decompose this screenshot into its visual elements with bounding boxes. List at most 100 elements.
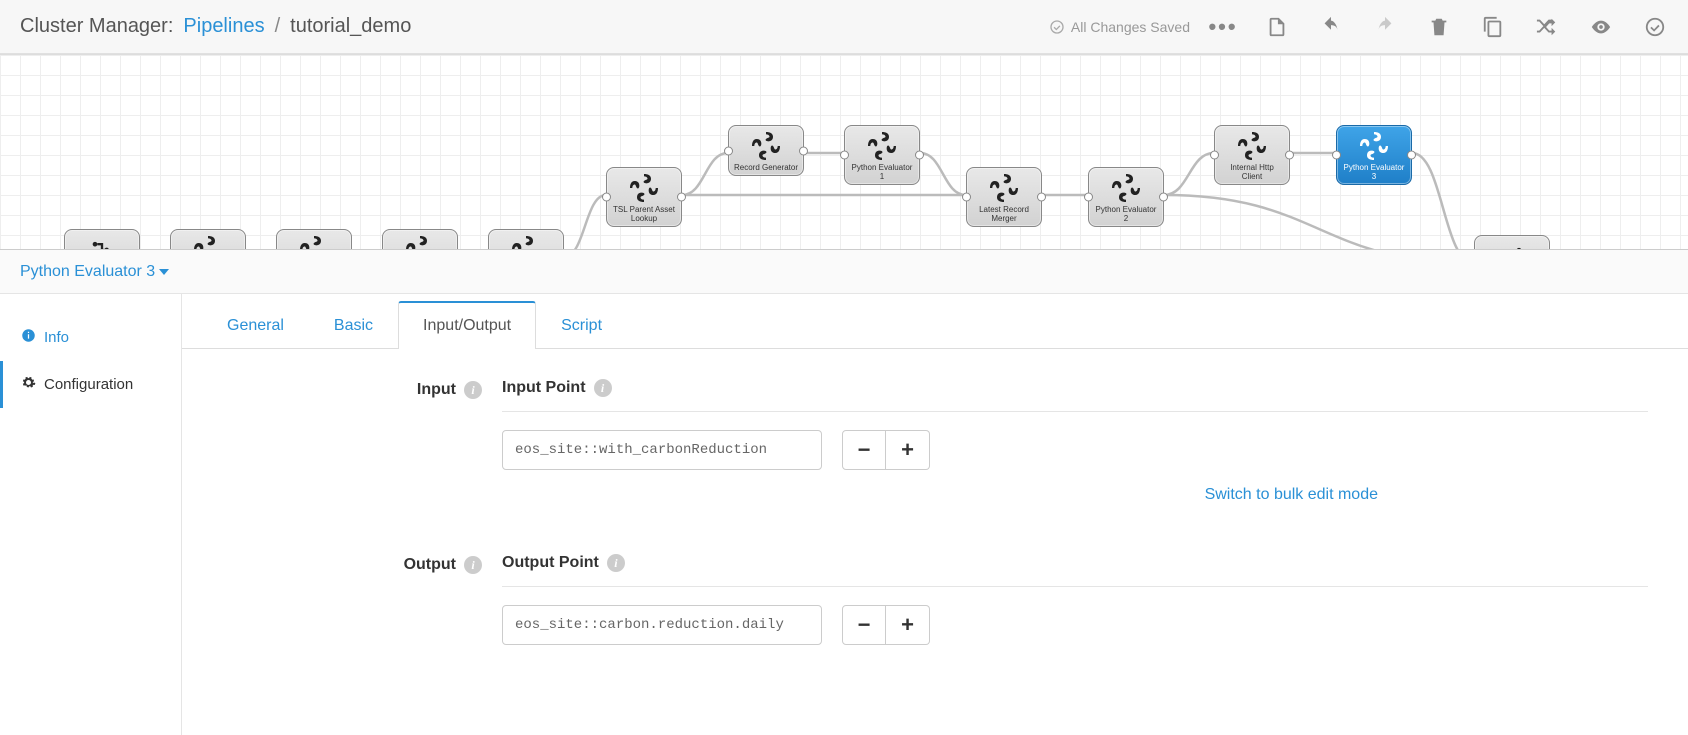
pipeline-node[interactable]: Python Evaluator 1 xyxy=(844,125,920,185)
node-icon xyxy=(1237,131,1267,161)
check-circle-icon xyxy=(1049,19,1065,35)
tab-input-output[interactable]: Input/Output xyxy=(398,301,536,349)
more-button[interactable]: ••• xyxy=(1210,14,1236,40)
pipeline-node[interactable]: Internal Http Client xyxy=(1214,125,1290,185)
info-icon[interactable]: i xyxy=(464,556,482,574)
input-point-field[interactable] xyxy=(502,430,822,470)
bulk-edit-link[interactable]: Switch to bulk edit mode xyxy=(1205,486,1378,503)
output-port[interactable] xyxy=(799,146,808,155)
form-area: Input i Input Point i − + xyxy=(182,349,1688,645)
node-icon xyxy=(511,235,541,250)
top-bar: Cluster Manager: Pipelines / tutorial_de… xyxy=(0,0,1688,54)
add-output-button[interactable]: + xyxy=(886,605,930,645)
plus-icon: + xyxy=(901,437,914,463)
pipeline-node[interactable]: Data Source xyxy=(64,229,140,250)
ellipsis-icon: ••• xyxy=(1208,14,1237,40)
tab-script[interactable]: Script xyxy=(536,302,627,349)
node-label: Python Evaluator 3 xyxy=(1341,163,1407,181)
sidebar-item-info[interactable]: Info xyxy=(0,314,181,361)
output-port[interactable] xyxy=(1285,151,1294,160)
output-port[interactable] xyxy=(1037,193,1046,202)
node-label: Internal Http Client xyxy=(1219,163,1285,181)
breadcrumb-pipelines-link[interactable]: Pipelines xyxy=(183,15,264,38)
pipeline-node[interactable]: TSL Parent Asset Lookup xyxy=(606,167,682,227)
pipeline-node[interactable]: Latest Record Merger xyxy=(966,167,1042,227)
pipeline-canvas[interactable]: Data Source Point Selector Last Record App… xyxy=(0,54,1688,250)
input-port[interactable] xyxy=(962,193,971,202)
input-port[interactable] xyxy=(1084,193,1093,202)
input-port[interactable] xyxy=(1210,151,1219,160)
copy-button[interactable] xyxy=(1480,14,1506,40)
input-port[interactable] xyxy=(1332,151,1341,160)
shuffle-button[interactable] xyxy=(1534,14,1560,40)
output-section-label: Output xyxy=(404,556,456,574)
pipeline-node[interactable]: Point Selector xyxy=(170,229,246,250)
new-button[interactable] xyxy=(1264,14,1290,40)
minus-icon: − xyxy=(858,612,871,638)
pipeline-node[interactable]: Cumulant Decomposer xyxy=(382,229,458,250)
output-point-label: Output Point xyxy=(502,554,599,572)
sidebar-item-label: Info xyxy=(44,329,69,346)
tab-general[interactable]: General xyxy=(202,302,309,349)
trash-icon xyxy=(1428,16,1450,38)
node-label: Record Generator xyxy=(734,163,798,172)
preview-button[interactable] xyxy=(1588,14,1614,40)
output-port[interactable] xyxy=(677,193,686,202)
output-port[interactable] xyxy=(915,151,924,160)
input-port[interactable] xyxy=(840,151,849,160)
pipeline-node[interactable]: Python Evaluator 3 xyxy=(1336,125,1412,185)
node-icon xyxy=(405,235,435,250)
sidebar-item-label: Configuration xyxy=(44,376,133,393)
sidebar-item-configuration[interactable]: Configuration xyxy=(0,361,181,408)
document-icon xyxy=(1266,16,1288,38)
info-icon[interactable]: i xyxy=(607,554,625,572)
undo-icon xyxy=(1320,16,1342,38)
node-icon xyxy=(1497,241,1527,250)
output-port[interactable] xyxy=(1407,151,1416,160)
caret-down-icon xyxy=(159,269,169,275)
add-input-button[interactable]: + xyxy=(886,430,930,470)
node-icon xyxy=(1359,131,1389,161)
breadcrumb-root: Cluster Manager: xyxy=(20,15,173,38)
remove-input-button[interactable]: − xyxy=(842,430,886,470)
node-label: Python Evaluator 2 xyxy=(1093,205,1159,223)
pipeline-node[interactable]: Last Record Appender xyxy=(276,229,352,250)
delete-button[interactable] xyxy=(1426,14,1452,40)
config-tabs: GeneralBasicInput/OutputScript xyxy=(182,294,1688,349)
minus-icon: − xyxy=(858,437,871,463)
breadcrumb: Cluster Manager: Pipelines / tutorial_de… xyxy=(20,15,411,38)
output-port[interactable] xyxy=(1159,193,1168,202)
breadcrumb-separator: / xyxy=(275,15,281,38)
main-content: GeneralBasicInput/OutputScript Input i I… xyxy=(182,294,1688,735)
output-point-field[interactable] xyxy=(502,605,822,645)
node-icon xyxy=(299,235,329,250)
check-circle-outline-icon xyxy=(1644,16,1666,38)
remove-output-button[interactable]: − xyxy=(842,605,886,645)
pipeline-node[interactable]: Fixed Time Window Aggregator xyxy=(488,229,564,250)
input-port[interactable] xyxy=(602,193,611,202)
tab-basic[interactable]: Basic xyxy=(309,302,398,349)
validate-button[interactable] xyxy=(1642,14,1668,40)
node-detail-title: Python Evaluator 3 xyxy=(20,263,155,281)
redo-button[interactable] xyxy=(1372,14,1398,40)
node-icon xyxy=(867,131,897,161)
node-detail-dropdown[interactable]: Python Evaluator 3 xyxy=(20,263,169,281)
plus-icon: + xyxy=(901,612,914,638)
node-icon xyxy=(629,173,659,203)
node-label: Python Evaluator 1 xyxy=(849,163,915,181)
eye-icon xyxy=(1590,16,1612,38)
pipeline-node[interactable]: Record Generator xyxy=(728,125,804,176)
info-icon[interactable]: i xyxy=(464,381,482,399)
breadcrumb-current: tutorial_demo xyxy=(290,15,411,38)
node-icon xyxy=(1111,173,1141,203)
redo-icon xyxy=(1374,16,1396,38)
pipeline-node[interactable]: Data Destination xyxy=(1474,235,1550,250)
info-icon[interactable]: i xyxy=(594,379,612,397)
input-port[interactable] xyxy=(724,146,733,155)
input-section-label: Input xyxy=(417,381,456,399)
detail-pane: Info Configuration GeneralBasicInput/Outp… xyxy=(0,294,1688,735)
gear-icon xyxy=(21,375,36,394)
pipeline-node[interactable]: Python Evaluator 2 xyxy=(1088,167,1164,227)
undo-button[interactable] xyxy=(1318,14,1344,40)
toolbar: ••• xyxy=(1210,14,1668,40)
